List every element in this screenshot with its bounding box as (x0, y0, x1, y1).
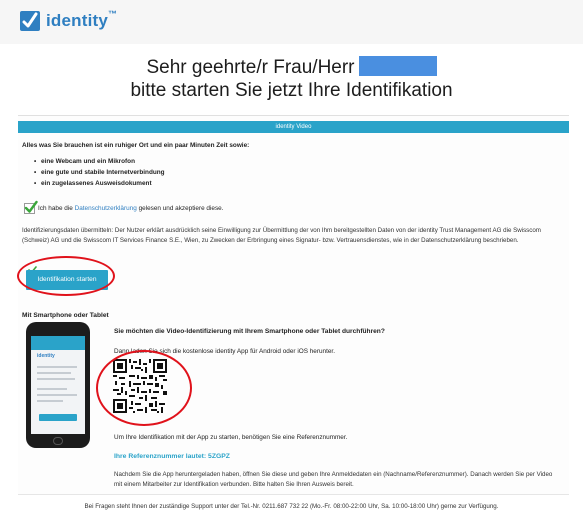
mobile-section-title: Mit Smartphone oder Tablet (22, 312, 109, 319)
panel-title-bar: identity Video (18, 121, 569, 133)
phone-app-logo: identity (37, 353, 55, 359)
logo-text: identity™ (46, 9, 118, 30)
consent-row: Ich habe die Datenschutzerklärung gelese… (24, 200, 224, 214)
highlight-circle (96, 350, 192, 426)
requirements-list: eine Webcam und ein Mikrofon eine gute u… (34, 156, 165, 189)
support-footer: Bei Fragen steht Ihnen der zuständige Su… (84, 503, 499, 510)
header-bar: identity™ (0, 0, 583, 44)
consent-checkbox[interactable] (24, 200, 38, 214)
mobile-question: Sie möchten die Video-Identifizierung mi… (114, 328, 385, 335)
phone-home-button (53, 437, 63, 445)
smartphone-image: identity (26, 322, 90, 448)
reference-instructions: Um Ihre Identifikation mit der App zu st… (114, 434, 348, 441)
check-icon (24, 200, 38, 213)
highlight-circle (17, 256, 115, 296)
list-item: ein zugelassenes Ausweisdokument (34, 178, 165, 189)
app-login-instructions: Nachdem Sie die App heruntergeladen habe… (114, 471, 553, 488)
greeting-salutation: Sehr geehrte/r Frau/Herr (146, 57, 355, 78)
consent-label: Ich habe die Datenschutzerklärung gelese… (38, 205, 224, 212)
greeting-line-2: bitte starten Sie jetzt Ihre Identifikat… (130, 80, 453, 101)
greeting-line-1: Sehr geehrte/r Frau/Herr (0, 56, 583, 79)
list-item: eine Webcam und ein Mikrofon (34, 156, 165, 167)
list-item: eine gute und stabile Internetverbindung (34, 167, 165, 178)
identity-logo[interactable]: identity™ (20, 9, 118, 31)
identification-panel: identity Video Alles was Sie brauchen is… (17, 115, 569, 495)
phone-screen: identity (31, 336, 85, 434)
legal-text: Identifizierungsdaten übermitteln: Der N… (22, 227, 541, 244)
privacy-policy-link[interactable]: Datenschutzerklärung (75, 205, 137, 212)
reference-number: Ihre Referenznummer lautet: 5ZGPZ (114, 453, 230, 460)
name-redaction (358, 56, 437, 76)
intro-text: Alles was Sie brauchen ist ein ruhiger O… (22, 142, 250, 149)
check-mark-icon (20, 11, 40, 31)
